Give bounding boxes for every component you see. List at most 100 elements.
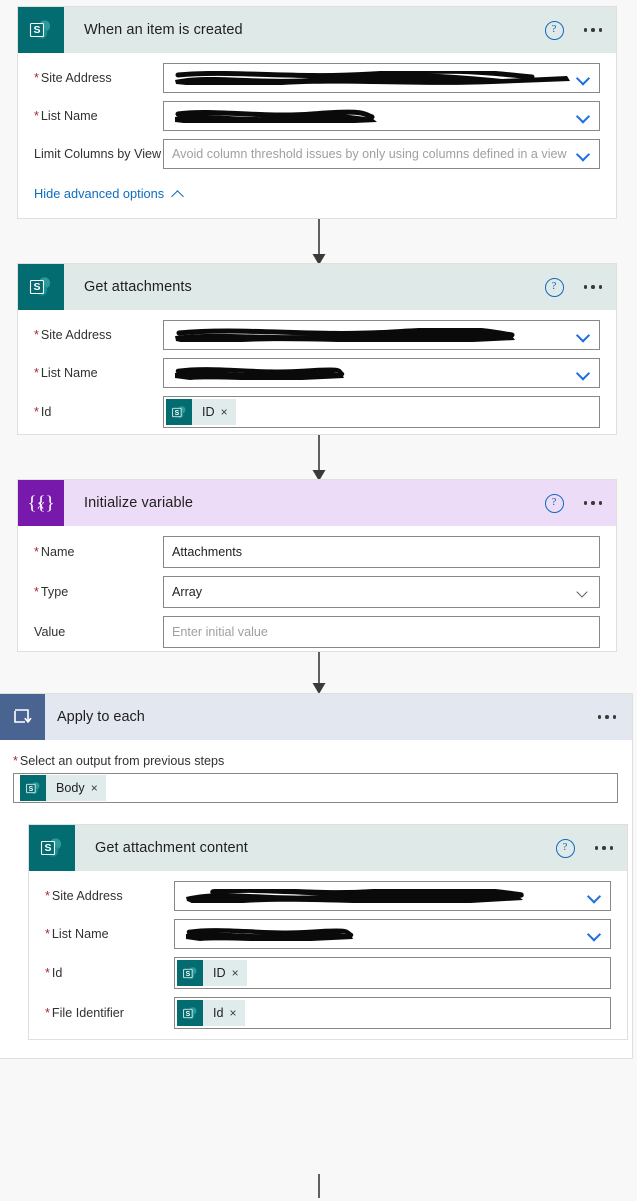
flow-step-get-attachment-content[interactable]: S Get attachment content ? * Site Addres… <box>28 824 628 1040</box>
redacted-value <box>183 927 602 941</box>
chevron-down-icon[interactable] <box>577 369 591 378</box>
more-options-icon[interactable] <box>596 711 619 723</box>
flow-arrow-down-icon <box>311 652 327 696</box>
step-header-actions[interactable]: ? <box>544 480 605 526</box>
flow-step-initialize-variable[interactable]: { x } { Initialize variable ? * Name Att… <box>17 479 617 652</box>
step-header[interactable]: S Get attachments ? <box>18 264 616 310</box>
field-row-limit-columns-by-view: Limit Columns by View Avoid column thres… <box>34 139 600 169</box>
more-options-icon[interactable] <box>582 281 605 293</box>
required-asterisk: * <box>45 889 50 903</box>
field-label: * Name <box>34 545 75 559</box>
close-icon[interactable]: × <box>221 406 236 418</box>
step-header-actions[interactable]: ? <box>555 825 616 871</box>
close-icon[interactable]: × <box>232 967 247 979</box>
sharepoint-icon: S <box>29 825 75 871</box>
required-asterisk: * <box>45 966 50 980</box>
variable-type-value: Array <box>172 585 203 599</box>
step-title: Initialize variable <box>84 495 194 511</box>
flow-step-get-attachments[interactable]: S Get attachments ? * Site Address * Lis… <box>17 263 617 435</box>
scope-title: Apply to each <box>57 709 145 725</box>
chevron-down-icon[interactable] <box>577 331 591 340</box>
list-name-input[interactable] <box>163 358 600 388</box>
more-options-icon[interactable] <box>582 24 605 36</box>
redacted-value <box>172 366 591 380</box>
required-asterisk: * <box>45 1006 50 1020</box>
step-header-actions[interactable]: ? <box>544 7 605 53</box>
token-label: ID <box>202 405 215 419</box>
dynamic-content-token[interactable]: S Body × <box>20 775 106 801</box>
step-header-actions[interactable]: ? <box>544 264 605 310</box>
help-icon[interactable]: ? <box>544 493 564 513</box>
step-header[interactable]: S Get attachment content ? <box>29 825 627 871</box>
svg-text:S: S <box>33 281 40 293</box>
chevron-down-icon[interactable] <box>577 112 591 121</box>
more-options-icon[interactable] <box>582 497 605 509</box>
token-label: Id <box>213 1006 224 1020</box>
site-address-input[interactable] <box>163 63 600 93</box>
step-body: * Site Address * List Name * Id S ID × *… <box>29 871 627 1041</box>
list-name-input[interactable] <box>163 101 600 131</box>
hide-advanced-options-link[interactable]: Hide advanced options <box>34 186 184 201</box>
variable-type-select[interactable]: Array <box>163 576 600 608</box>
svg-text:S: S <box>174 409 179 416</box>
help-icon[interactable]: ? <box>555 838 575 858</box>
required-asterisk: * <box>34 405 39 419</box>
id-input[interactable]: S ID × <box>174 957 611 989</box>
site-address-input[interactable] <box>174 881 611 911</box>
field-row-name: * Name Attachments <box>34 536 600 568</box>
flow-arrow-down-icon <box>311 219 327 267</box>
step-title: When an item is created <box>84 22 243 38</box>
step-header[interactable]: { x } { Initialize variable ? <box>18 480 616 526</box>
flow-step-when-an-item-is-created[interactable]: S When an item is created ? * Site Addre… <box>17 6 617 219</box>
redacted-value <box>172 328 591 342</box>
scope-body: * Select an output from previous steps S… <box>0 740 632 1198</box>
help-icon[interactable]: ? <box>544 277 564 297</box>
scope-header[interactable]: Apply to each <box>0 694 632 740</box>
scope-output-label: * Select an output from previous steps <box>13 754 225 768</box>
flow-scope-apply-to-each[interactable]: Apply to each * Select an output from pr… <box>0 693 633 1198</box>
required-asterisk: * <box>34 71 39 85</box>
variable-value-input[interactable]: Enter initial value <box>163 616 600 648</box>
variable-name-input[interactable]: Attachments <box>163 536 600 568</box>
more-options-icon[interactable] <box>593 842 616 854</box>
redacted-value <box>172 109 591 123</box>
scope-header-actions[interactable] <box>596 694 619 740</box>
dynamic-content-token[interactable]: S ID × <box>177 960 247 986</box>
svg-text:{: { <box>27 493 36 514</box>
chevron-down-icon[interactable] <box>577 150 591 159</box>
svg-text:S: S <box>44 842 51 854</box>
sharepoint-icon: S <box>20 775 46 801</box>
field-row-file-identifier: * File Identifier S Id × <box>45 997 611 1029</box>
dynamic-content-token[interactable]: S Id × <box>177 1000 245 1026</box>
chevron-down-icon[interactable] <box>577 588 589 596</box>
close-icon[interactable]: × <box>91 782 106 794</box>
field-row-value: Value Enter initial value <box>34 616 600 648</box>
site-address-input[interactable] <box>163 320 600 350</box>
field-label: * List Name <box>34 109 98 123</box>
field-row-id: * Id S ID × <box>45 957 611 989</box>
loop-arrow-icon <box>0 694 45 740</box>
variable-name-value: Attachments <box>172 545 242 559</box>
field-label: * Id <box>34 405 52 419</box>
step-header[interactable]: S When an item is created ? <box>18 7 616 53</box>
help-icon[interactable]: ? <box>544 20 564 40</box>
chevron-down-icon[interactable] <box>588 892 602 901</box>
field-label: * Site Address <box>34 328 112 342</box>
dynamic-content-token[interactable]: S ID × <box>166 399 236 425</box>
chevron-down-icon[interactable] <box>588 930 602 939</box>
step-body: * Name Attachments * Type Array Value En… <box>18 526 616 660</box>
required-asterisk: * <box>13 754 18 768</box>
redacted-value <box>172 71 591 85</box>
chevron-down-icon[interactable] <box>577 74 591 83</box>
scope-output-input[interactable]: S Body × <box>13 773 618 803</box>
id-input[interactable]: S ID × <box>163 396 600 428</box>
limit-columns-by-view-input[interactable]: Avoid column threshold issues by only us… <box>163 139 600 169</box>
field-row-list-name: * List Name <box>34 101 600 131</box>
list-name-input[interactable] <box>174 919 611 949</box>
file-identifier-input[interactable]: S Id × <box>174 997 611 1029</box>
flow-arrow-down-icon <box>311 1174 327 1201</box>
token-label: Body <box>56 781 85 795</box>
svg-text:S: S <box>185 1010 190 1017</box>
close-icon[interactable]: × <box>230 1007 245 1019</box>
step-title: Get attachment content <box>95 840 248 856</box>
